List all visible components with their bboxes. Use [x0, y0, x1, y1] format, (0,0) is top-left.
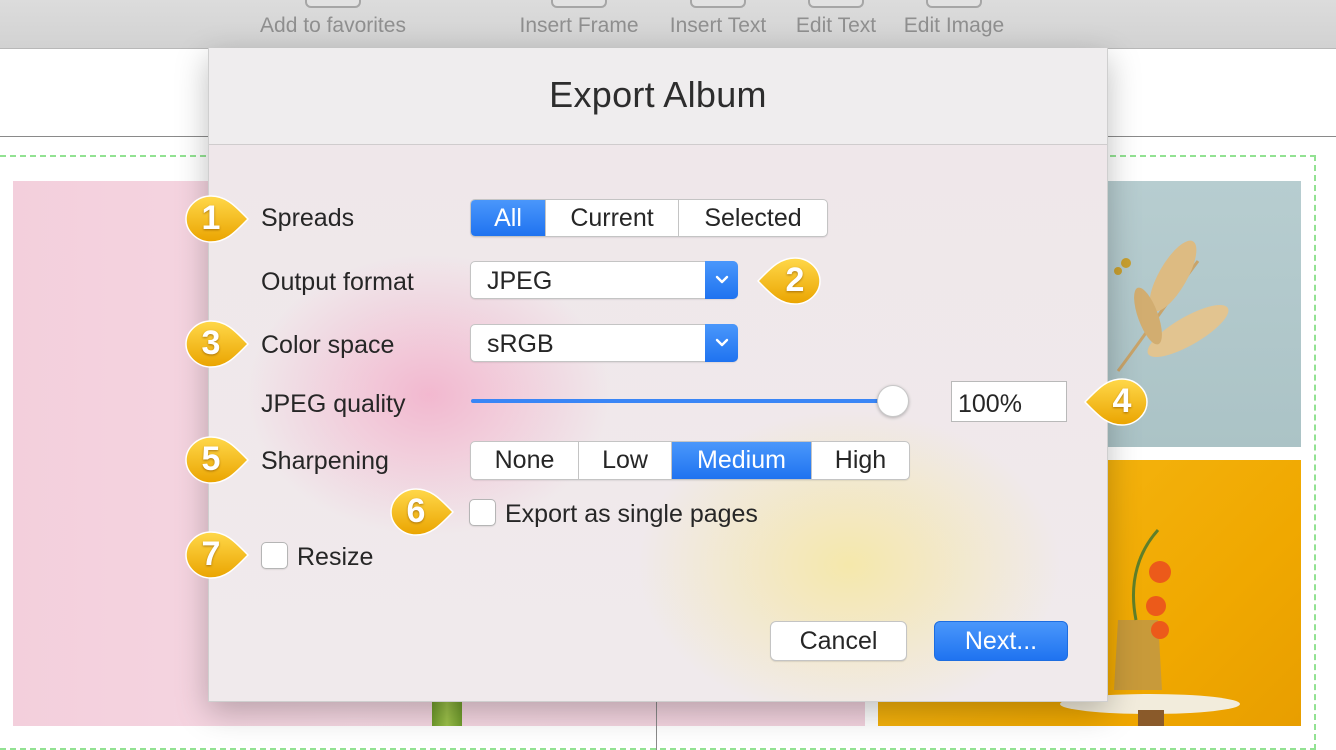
- image-icon: [926, 0, 982, 8]
- toolbar-label: Edit Image: [903, 14, 1005, 37]
- callout-number: 7: [201, 535, 221, 573]
- frame-icon: [551, 0, 607, 8]
- spreads-segmented-control: All Current Selected: [470, 199, 828, 237]
- jpeg-quality-field[interactable]: 100%: [951, 381, 1067, 422]
- output-format-popup[interactable]: JPEG: [470, 261, 738, 299]
- text-icon: [690, 0, 746, 8]
- output-format-label: Output format: [261, 268, 414, 296]
- divider: [209, 144, 1107, 145]
- color-space-popup[interactable]: sRGB: [470, 324, 738, 362]
- edit-image-button[interactable]: Edit Image: [895, 0, 1013, 48]
- resize-label[interactable]: Resize: [297, 543, 373, 572]
- sharpening-medium-segment[interactable]: Medium: [672, 442, 812, 479]
- callout-marker: 3: [182, 318, 258, 370]
- callout-number: 4: [1112, 382, 1132, 420]
- callout-number: 2: [785, 261, 805, 299]
- toolbar-label: Edit Text: [795, 14, 877, 37]
- color-space-label: Color space: [261, 331, 395, 359]
- spreads-current-segment[interactable]: Current: [546, 200, 679, 236]
- spreads-all-segment[interactable]: All: [471, 200, 546, 236]
- callout-number: 5: [201, 440, 221, 478]
- spreads-label: Spreads: [261, 204, 355, 232]
- toolbar-label: Insert Frame: [519, 14, 639, 37]
- flower-stem: [432, 700, 462, 726]
- callout-number: 6: [406, 492, 426, 530]
- page-divider: [656, 700, 657, 750]
- callout-marker: 1: [182, 193, 258, 245]
- edit-text-button[interactable]: Edit Text: [787, 0, 885, 48]
- export-single-pages-label[interactable]: Export as single pages: [505, 500, 758, 529]
- export-album-dialog: Export Album Spreads All Current Selecte…: [208, 48, 1108, 702]
- sharpening-segmented-control: None Low Medium High: [470, 441, 910, 480]
- guide-line: [1314, 155, 1316, 750]
- jpeg-quality-slider-track[interactable]: [471, 399, 893, 403]
- toolbar-label: Insert Text: [669, 14, 767, 37]
- callout-marker: 2: [748, 255, 824, 307]
- toolbar-label: Add to favorites: [260, 14, 406, 37]
- edit-text-icon: [808, 0, 864, 8]
- resize-checkbox[interactable]: [261, 542, 288, 569]
- insert-frame-button[interactable]: Insert Frame: [509, 0, 649, 48]
- callout-number: 1: [201, 199, 221, 237]
- export-single-pages-checkbox[interactable]: [469, 499, 496, 526]
- add-to-favorites-button[interactable]: Add to favorites: [246, 0, 420, 48]
- callout-marker: 4: [1075, 376, 1151, 428]
- callout-marker: 7: [182, 529, 258, 581]
- output-format-value: JPEG: [487, 267, 553, 295]
- color-space-value: sRGB: [487, 330, 554, 358]
- jpeg-quality-slider-knob[interactable]: [877, 385, 909, 417]
- sharpening-none-segment[interactable]: None: [471, 442, 579, 479]
- jpeg-quality-label: JPEG quality: [261, 390, 406, 418]
- cancel-button[interactable]: Cancel: [770, 621, 907, 661]
- callout-marker: 6: [387, 486, 463, 538]
- spreads-selected-segment[interactable]: Selected: [679, 200, 827, 236]
- next-button[interactable]: Next...: [934, 621, 1068, 661]
- callout-number: 3: [201, 324, 221, 362]
- heart-icon: [305, 0, 361, 8]
- sharpening-high-segment[interactable]: High: [812, 442, 909, 479]
- dialog-title: Export Album: [549, 74, 767, 115]
- chevron-down-icon: [705, 324, 738, 362]
- sharpening-label: Sharpening: [261, 447, 389, 475]
- toolbar: Add to favorites Insert Frame Insert Tex…: [0, 0, 1336, 49]
- callout-marker: 5: [182, 434, 258, 486]
- insert-text-button[interactable]: Insert Text: [659, 0, 777, 48]
- sharpening-low-segment[interactable]: Low: [579, 442, 672, 479]
- chevron-down-icon: [705, 261, 738, 299]
